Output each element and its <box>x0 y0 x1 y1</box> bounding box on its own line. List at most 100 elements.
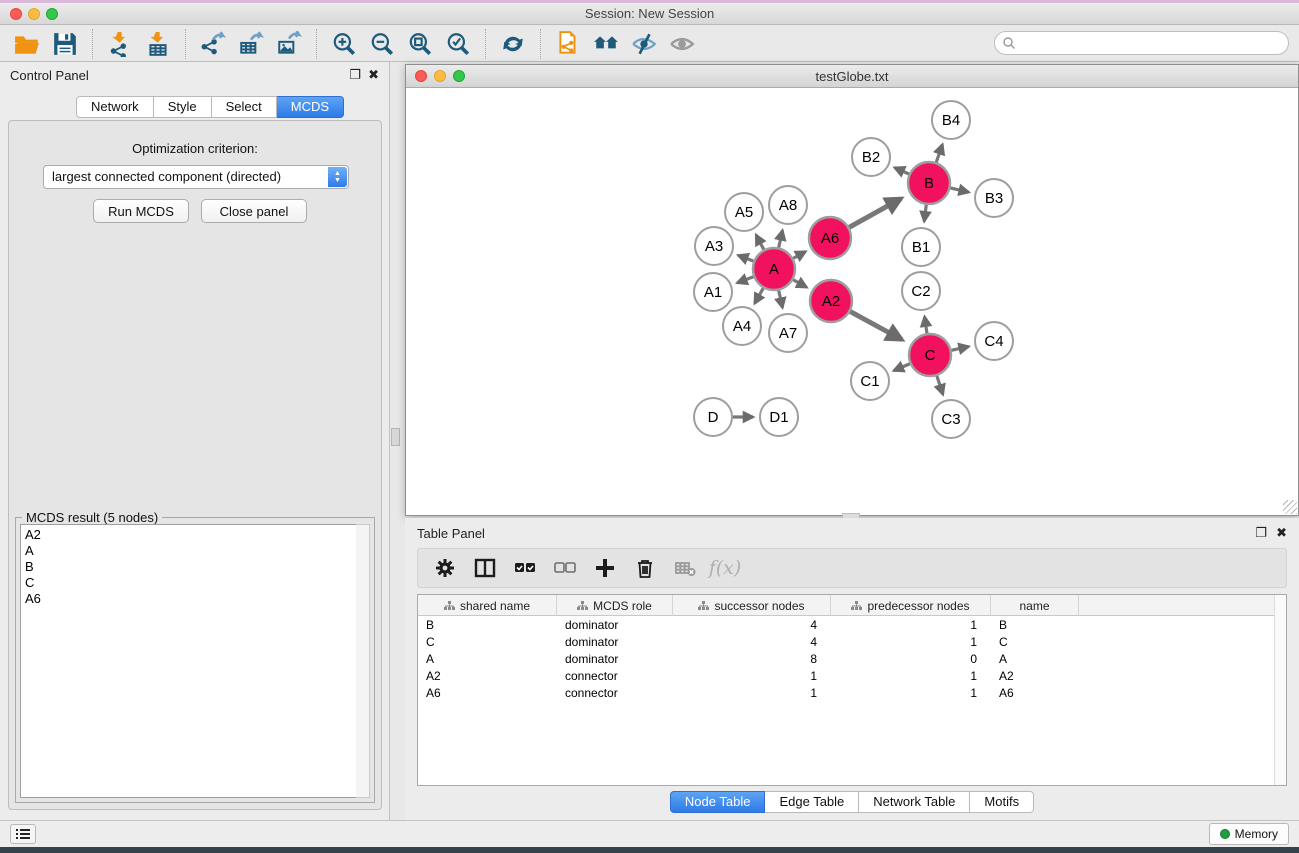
result-list-item[interactable]: B <box>25 559 357 575</box>
edge-B-B1[interactable] <box>924 205 926 221</box>
edge-A-A7[interactable] <box>779 290 783 307</box>
minimize-window-button[interactable] <box>28 8 40 20</box>
gear-button[interactable] <box>432 555 458 581</box>
table-row[interactable]: A2connector11A2 <box>418 668 1286 684</box>
tab-edge-table[interactable]: Edge Table <box>765 791 859 813</box>
edge-C-C4[interactable] <box>951 347 968 351</box>
edge-A-A3[interactable] <box>738 255 753 261</box>
graph-node-C1[interactable]: C1 <box>851 362 889 400</box>
tab-style[interactable]: Style <box>154 96 212 118</box>
edge-A-A2[interactable] <box>793 280 806 288</box>
tab-motifs[interactable]: Motifs <box>970 791 1034 813</box>
edge-A-A8[interactable] <box>779 230 783 247</box>
table-row[interactable]: A6connector11A6 <box>418 685 1286 701</box>
graph-node-B1[interactable]: B1 <box>902 228 940 266</box>
close-panel-icon[interactable]: ✖ <box>368 67 379 83</box>
result-list-item[interactable]: A2 <box>25 527 357 543</box>
network-view-window[interactable]: testGlobe.txt B4 B2 B B3 A8A5 A6 B1 A3 A C2 A1 A2 A4… <box>405 64 1299 516</box>
mcds-result-list[interactable]: A2ABCA6 <box>20 524 358 798</box>
split-view-button[interactable] <box>472 555 498 581</box>
graph-node-C[interactable]: C <box>909 334 951 376</box>
import-table-button[interactable] <box>139 28 177 60</box>
close-panel-button[interactable]: Close panel <box>201 199 307 223</box>
result-list-item[interactable]: A <box>25 543 357 559</box>
table-row[interactable]: Bdominator41B <box>418 617 1286 633</box>
export-image-button[interactable] <box>270 28 308 60</box>
zoom-selected-button[interactable] <box>439 28 477 60</box>
graph-node-A8[interactable]: A8 <box>769 186 807 224</box>
graph-node-C3[interactable]: C3 <box>932 400 970 438</box>
first-neighbors-button[interactable] <box>587 28 625 60</box>
network-window-titlebar[interactable]: testGlobe.txt <box>406 65 1298 88</box>
graph-node-A1[interactable]: A1 <box>694 273 732 311</box>
graph-node-B4[interactable]: B4 <box>932 101 970 139</box>
column-header-shared-name[interactable]: shared name <box>418 595 557 616</box>
add-column-button[interactable] <box>592 555 618 581</box>
table-row[interactable]: Cdominator41C <box>418 634 1286 650</box>
deselect-all-button[interactable] <box>552 555 578 581</box>
edge-B-B4[interactable] <box>936 145 942 163</box>
column-header-MCDS-role[interactable]: MCDS role <box>557 595 673 616</box>
zoom-fit-button[interactable] <box>401 28 439 60</box>
graph-node-A[interactable]: A <box>753 248 795 290</box>
edge-B-B2[interactable] <box>895 168 909 174</box>
graph-node-B3[interactable]: B3 <box>975 179 1013 217</box>
refresh-button[interactable] <box>494 28 532 60</box>
edge-A-A6[interactable] <box>793 252 805 259</box>
export-table-button[interactable] <box>232 28 270 60</box>
import-network-button[interactable] <box>101 28 139 60</box>
close-table-panel-icon[interactable]: ✖ <box>1276 525 1287 541</box>
graph-node-D1[interactable]: D1 <box>760 398 798 436</box>
tab-mcds[interactable]: MCDS <box>277 96 344 118</box>
optimization-criterion-select[interactable]: largest connected component (directed) ▲… <box>43 165 349 189</box>
open-folder-button[interactable] <box>8 28 46 60</box>
graph-node-C2[interactable]: C2 <box>902 272 940 310</box>
edge-C-C2[interactable] <box>925 317 927 333</box>
search-input[interactable] <box>994 31 1289 55</box>
float-panel-icon[interactable]: ❐ <box>349 67 361 83</box>
maximize-window-button[interactable] <box>46 8 58 20</box>
save-button[interactable] <box>46 28 84 60</box>
zoom-out-button[interactable] <box>363 28 401 60</box>
graph-node-A6[interactable]: A6 <box>809 217 851 259</box>
column-header-successor-nodes[interactable]: successor nodes <box>673 595 831 616</box>
panel-menu-button[interactable] <box>10 824 36 844</box>
window-resize-grip[interactable] <box>1283 500 1297 514</box>
graph-node-B2[interactable]: B2 <box>852 138 890 176</box>
column-header-name[interactable]: name <box>991 595 1079 616</box>
close-window-button[interactable] <box>10 8 22 20</box>
graph-node-A3[interactable]: A3 <box>695 227 733 265</box>
result-list-scrollbar[interactable] <box>356 524 370 798</box>
tab-node-table[interactable]: Node Table <box>670 791 766 813</box>
memory-button[interactable]: Memory <box>1209 823 1289 845</box>
trash-button[interactable] <box>632 555 658 581</box>
node-table[interactable]: shared nameMCDS rolesuccessor nodesprede… <box>417 594 1287 786</box>
new-network-from-selection-button[interactable] <box>549 28 587 60</box>
graph-node-A4[interactable]: A4 <box>723 307 761 345</box>
edge-A-A5[interactable] <box>756 235 764 249</box>
table-row[interactable]: Adominator80A <box>418 651 1286 667</box>
zoom-in-button[interactable] <box>325 28 363 60</box>
graph-node-A5[interactable]: A5 <box>725 193 763 231</box>
graph-node-A2[interactable]: A2 <box>810 280 852 322</box>
graph-node-A7[interactable]: A7 <box>769 314 807 352</box>
window-titlebar[interactable]: Session: New Session <box>0 3 1299 25</box>
result-list-item[interactable]: C <box>25 575 357 591</box>
graph-node-D[interactable]: D <box>694 398 732 436</box>
run-mcds-button[interactable]: Run MCDS <box>93 199 189 223</box>
graph-node-B[interactable]: B <box>908 162 950 204</box>
network-graph[interactable]: B4 B2 B B3 A8A5 A6 B1 A3 A C2 A1 A2 A4A7 C4 C C1 C3 D D1 <box>407 89 1297 515</box>
column-header-predecessor-nodes[interactable]: predecessor nodes <box>831 595 991 616</box>
edge-C-C1[interactable] <box>894 364 910 371</box>
table-scrollbar[interactable] <box>1274 595 1286 785</box>
edge-C-C3[interactable] <box>937 376 943 394</box>
float-table-panel-icon[interactable]: ❐ <box>1255 525 1267 541</box>
edge-A-A1[interactable] <box>737 277 753 283</box>
tab-network[interactable]: Network <box>76 96 154 118</box>
show-all-button[interactable] <box>663 28 701 60</box>
edge-A2-C[interactable] <box>850 312 902 340</box>
graph-node-C4[interactable]: C4 <box>975 322 1013 360</box>
edge-A6-B[interactable] <box>849 199 901 228</box>
select-all-button[interactable] <box>512 555 538 581</box>
tab-network-table[interactable]: Network Table <box>859 791 970 813</box>
